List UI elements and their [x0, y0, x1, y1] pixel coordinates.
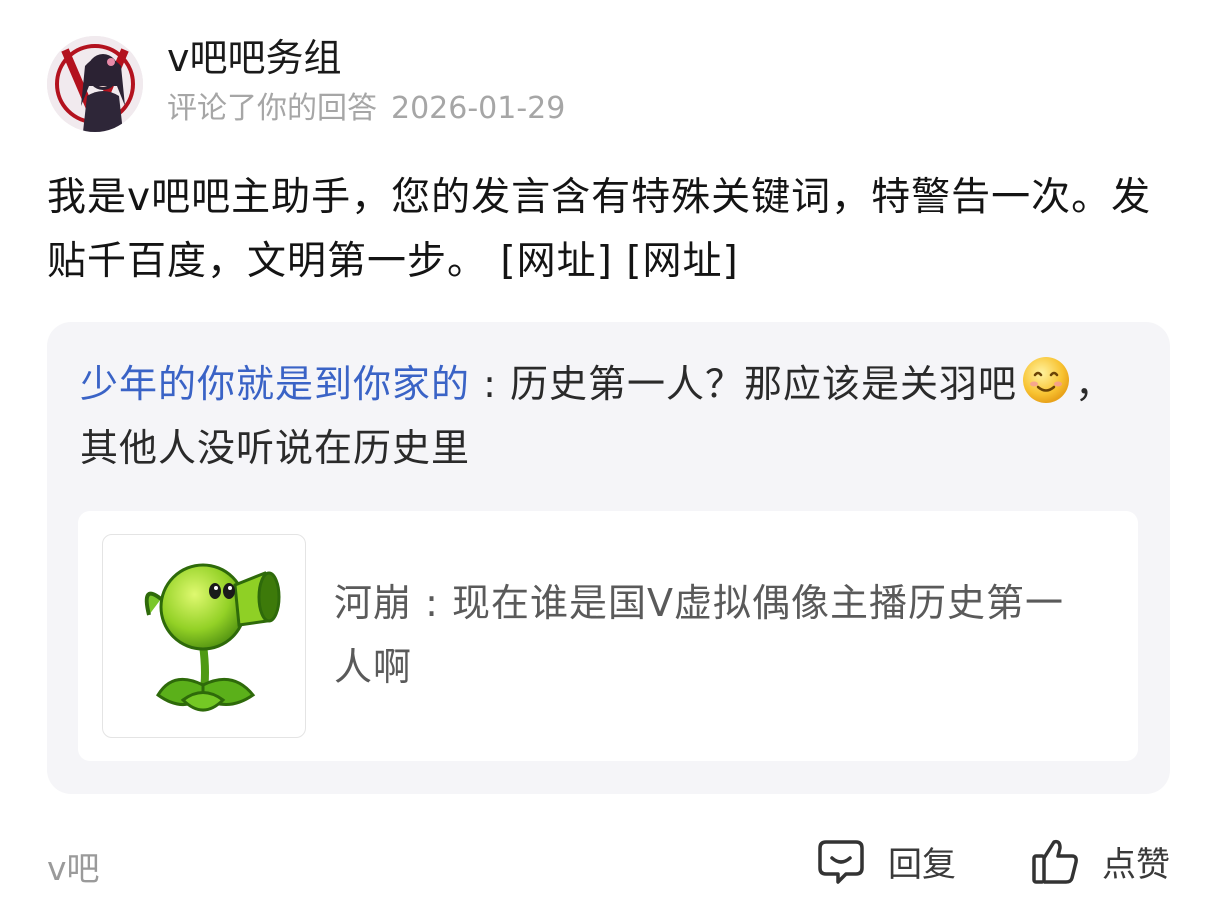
forum-name[interactable]: v吧: [47, 842, 100, 890]
quoted-comment[interactable]: 少年的你就是到你家的 : 历史第一人？那应该是关羽吧 ，其他人没听说在历史里 河…: [47, 322, 1170, 794]
post-content: 我是v吧吧主助手，您的发言含有特殊关键词，特警告一次。发贴千百度，文明第一步。 …: [47, 175, 1152, 284]
username[interactable]: v吧吧务组: [167, 38, 565, 78]
post-subline: 评论了你的回答 2026-01-29: [167, 92, 565, 126]
comment-bubble-icon: [818, 840, 864, 884]
like-button[interactable]: 点赞: [1030, 836, 1170, 886]
original-post-thumbnail[interactable]: [102, 534, 306, 738]
thumbs-up-icon: [1032, 839, 1078, 884]
post-date: 2026-01-29: [391, 91, 566, 126]
quote-author-link[interactable]: 少年的你就是到你家的: [80, 362, 470, 406]
quote-text-part1: 历史第一人？那应该是关羽吧: [510, 362, 1018, 406]
post-header: v吧吧务组 评论了你的回答 2026-01-29: [47, 36, 565, 132]
original-separator: :: [425, 581, 439, 625]
reply-label: 回复: [888, 844, 956, 885]
quoted-comment-text: 少年的你就是到你家的 : 历史第一人？那应该是关羽吧 ，其他人没听说在历史里: [80, 352, 1140, 480]
quote-separator: :: [483, 362, 497, 406]
original-text: 现在谁是国V虚拟偶像主播历史第一人啊: [334, 581, 1065, 689]
original-post-text: 河崩 : 现在谁是国V虚拟偶像主播历史第一人啊: [334, 571, 1094, 699]
post-action-text: 评论了你的回答: [167, 91, 377, 126]
like-label: 点赞: [1102, 844, 1170, 885]
peashooter-icon: [144, 563, 281, 712]
smile-emoji-icon: [1023, 357, 1070, 403]
avatar[interactable]: [47, 36, 143, 132]
original-author: 河崩: [334, 581, 413, 625]
reply-button[interactable]: 回复: [816, 836, 956, 886]
original-post-card[interactable]: 河崩 : 现在谁是国V虚拟偶像主播历史第一人啊: [78, 511, 1138, 761]
